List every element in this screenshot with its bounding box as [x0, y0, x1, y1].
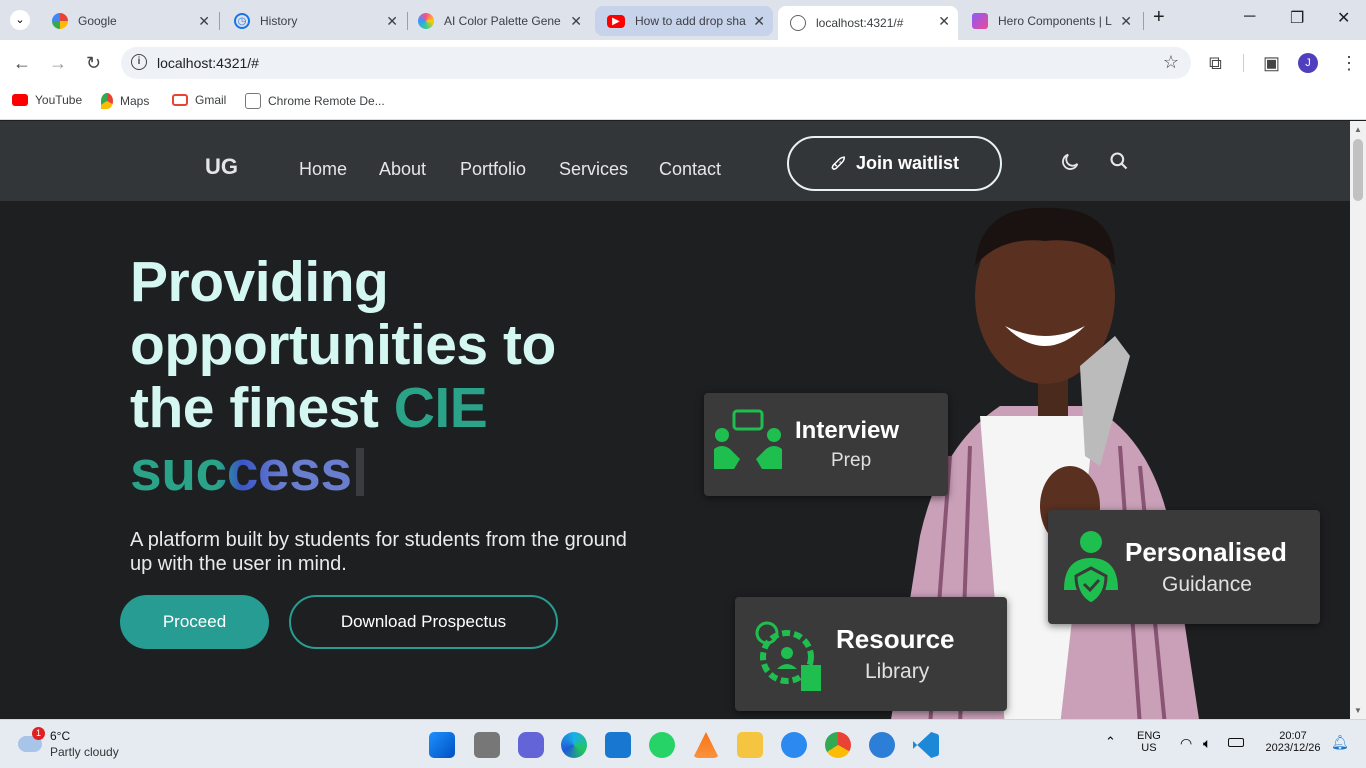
side-panel-icon[interactable]: ▣ [1263, 53, 1280, 74]
minimize-button[interactable]: ─ [1244, 8, 1255, 26]
windows-taskbar: 1 6°C Partly cloudy ⌃ ENG US ◠ 🔈︎ 20:07 20… [0, 719, 1366, 768]
extensions-icon[interactable]: ⧉ [1209, 53, 1222, 74]
task-view-icon[interactable] [474, 732, 500, 758]
vlc-icon[interactable] [693, 732, 719, 758]
tab-ai-color-palette[interactable]: AI Color Palette Gene ✕ [406, 6, 590, 36]
tab-localhost[interactable]: localhost:4321/# ✕ [778, 6, 958, 40]
interview-prep-card[interactable]: Interview Prep [704, 393, 948, 496]
whatsapp-icon[interactable] [649, 732, 675, 758]
browser-toolbar: ← → ↻ i localhost:4321/# ☆ ⧉ ▣ J ⋮ [0, 40, 1366, 86]
vscode-icon[interactable] [913, 732, 939, 758]
maps-pin-icon [101, 93, 113, 109]
interview-icon [714, 409, 782, 469]
reload-icon[interactable]: ↻ [86, 53, 101, 74]
help-icon[interactable] [781, 732, 807, 758]
tab-separator [1143, 12, 1144, 30]
bookmark-chrome-remote[interactable]: Chrome Remote De... [245, 93, 385, 109]
tab-hero-components[interactable]: Hero Components | L ✕ [960, 6, 1140, 36]
resource-library-card[interactable]: Resource Library [735, 597, 1007, 711]
edge-icon[interactable] [561, 732, 587, 758]
bookmarks-bar: YouTube Maps Gmail Chrome Remote De... [0, 86, 1366, 120]
gmail-icon [172, 94, 188, 106]
restore-button[interactable]: ❐ [1290, 8, 1304, 28]
menu-icon[interactable]: ⋮ [1340, 53, 1358, 74]
nav-about[interactable]: About [379, 159, 426, 180]
close-icon[interactable]: ✕ [570, 13, 582, 30]
join-waitlist-button[interactable]: Join waitlist [787, 136, 1002, 191]
google-icon [52, 13, 68, 29]
volume-icon[interactable]: 🔈︎ [1203, 735, 1211, 752]
teams-icon[interactable] [518, 732, 544, 758]
hero-subtitle: A platform built by students for student… [130, 529, 627, 575]
file-explorer-icon[interactable] [737, 732, 763, 758]
bookmark-gmail[interactable]: Gmail [172, 93, 226, 107]
globe-icon [790, 15, 806, 31]
proceed-button[interactable]: Proceed [120, 595, 269, 649]
resource-gear-icon [755, 621, 821, 691]
tab-google[interactable]: Google ✕ [40, 6, 218, 36]
nav-portfolio[interactable]: Portfolio [460, 159, 526, 180]
nav-contact[interactable]: Contact [659, 159, 721, 180]
tray-chevron-icon[interactable]: ⌃ [1105, 734, 1116, 750]
download-prospectus-button[interactable]: Download Prospectus [289, 595, 558, 649]
language-indicator[interactable]: ENG US [1137, 730, 1161, 754]
hero-headline: Providing opportunities to the finest CI… [130, 250, 556, 503]
weather-widget[interactable]: 1 [18, 727, 45, 752]
battery-icon[interactable] [1228, 738, 1244, 747]
youtube-icon [12, 94, 28, 106]
bookmark-youtube[interactable]: YouTube [12, 93, 82, 107]
search-icon[interactable] [1109, 151, 1129, 171]
start-icon[interactable] [429, 732, 455, 758]
close-icon[interactable]: ✕ [386, 13, 398, 30]
forward-icon[interactable]: → [49, 53, 67, 74]
weather-badge: 1 [32, 727, 45, 740]
web-page: UG Home About Portfolio Services Contact… [0, 121, 1350, 719]
close-icon[interactable]: ✕ [198, 13, 210, 30]
site-navbar: UG Home About Portfolio Services Contact… [0, 121, 1350, 201]
clock[interactable]: 20:07 2023/12/26 [1262, 730, 1324, 754]
mail-icon[interactable] [605, 732, 631, 758]
tab-separator [219, 12, 220, 30]
youtube-icon: ▶ [607, 14, 625, 28]
nav-home[interactable]: Home [299, 159, 347, 180]
nav-services[interactable]: Services [559, 159, 628, 180]
typing-caret [355, 448, 364, 496]
close-icon[interactable]: ✕ [753, 13, 765, 30]
back-icon[interactable]: ← [13, 53, 31, 74]
guidance-person-icon [1064, 531, 1118, 606]
page-scrollbar[interactable]: ▲ ▼ [1350, 121, 1366, 719]
weather-desc: Partly cloudy [50, 745, 119, 759]
tab-youtube-video[interactable]: ▶ How to add drop sha ✕ [595, 6, 773, 36]
personalised-guidance-card[interactable]: Personalised Guidance [1048, 510, 1320, 624]
chrome-icon[interactable] [825, 732, 851, 758]
wifi-icon[interactable]: ◠ [1180, 735, 1192, 752]
moon-icon[interactable] [1059, 151, 1081, 173]
close-icon[interactable]: ✕ [938, 13, 950, 30]
bookmark-star-icon[interactable]: ☆ [1163, 52, 1179, 73]
history-icon: ◷ [234, 13, 250, 29]
new-tab-button[interactable]: + [1153, 6, 1165, 29]
hero-icon [972, 13, 988, 29]
notification-bell-icon[interactable]: 🔔︎ [1331, 734, 1349, 751]
profile-avatar[interactable]: J [1298, 53, 1318, 73]
weather-temp: 6°C [50, 729, 71, 743]
globe-app-icon[interactable] [869, 732, 895, 758]
scroll-down-icon[interactable]: ▼ [1354, 706, 1362, 715]
bookmark-maps[interactable]: Maps [101, 93, 149, 109]
scrollbar-thumb[interactable] [1353, 139, 1363, 201]
scroll-up-icon[interactable]: ▲ [1354, 125, 1362, 134]
site-info-icon[interactable]: i [131, 54, 147, 70]
tab-strip: ⌄ Google ✕ ◷ History ✕ AI Color Palette … [0, 0, 1366, 40]
tab-history[interactable]: ◷ History ✕ [222, 6, 406, 36]
palette-icon [418, 13, 434, 29]
tab-search-icon[interactable]: ⌄ [10, 10, 30, 30]
remote-desktop-icon [245, 93, 261, 109]
rocket-icon [831, 155, 845, 170]
close-icon[interactable]: ✕ [1120, 13, 1132, 30]
close-window-button[interactable]: ✕ [1337, 8, 1350, 28]
toolbar-divider [1243, 54, 1244, 72]
address-bar[interactable]: i localhost:4321/# ☆ [121, 47, 1191, 79]
site-logo[interactable]: UG [205, 154, 238, 180]
